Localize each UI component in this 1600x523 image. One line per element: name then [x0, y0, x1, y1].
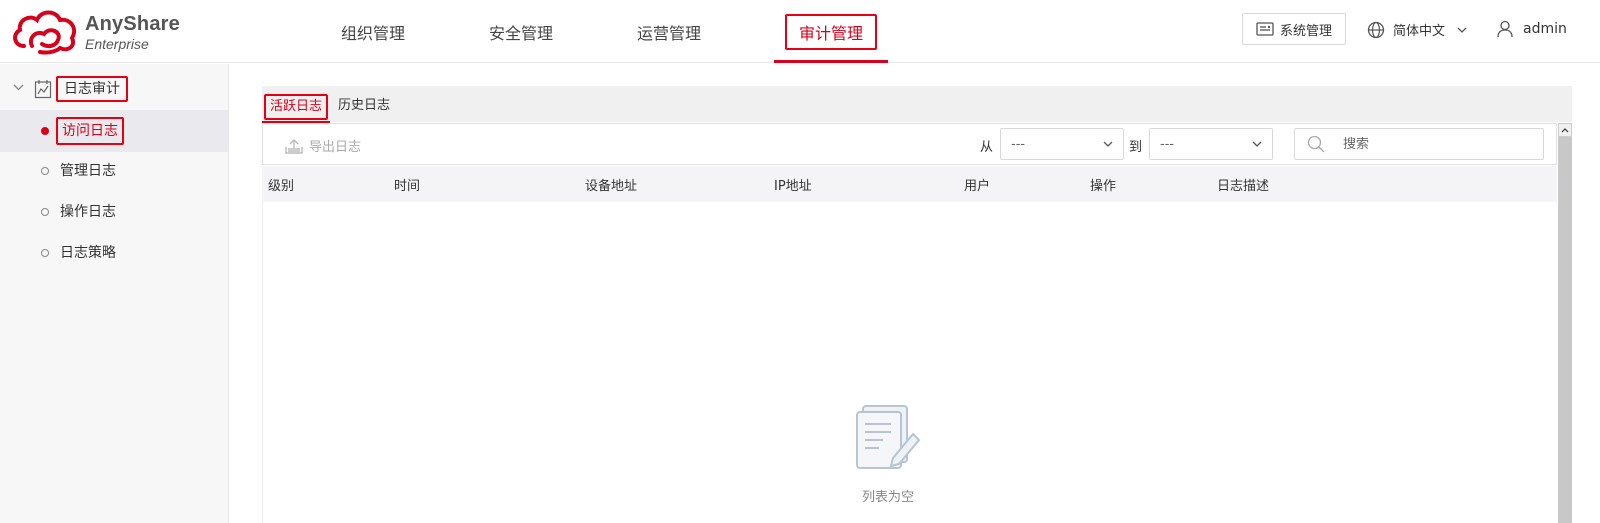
chevron-down-icon	[1252, 141, 1262, 147]
server-icon	[1256, 22, 1274, 36]
username: admin	[1523, 21, 1567, 37]
sidebar-item-access-log[interactable]: 访问日志	[0, 110, 229, 152]
export-log-label: 导出日志	[309, 140, 362, 155]
sidebar-item-log-policy[interactable]: 日志策略	[0, 232, 229, 274]
nav-label: 运营管理	[637, 23, 702, 43]
brand-edition: Enterprise	[85, 36, 149, 52]
anyshare-logo-icon	[13, 10, 77, 55]
end-time-value: ---	[1160, 136, 1175, 152]
start-time-value: ---	[1011, 136, 1026, 152]
sidebar-item-label: 操作日志	[60, 204, 116, 220]
column-header-user[interactable]: 用户	[964, 175, 990, 194]
column-header-ip-address[interactable]: IP地址	[774, 175, 812, 194]
chevron-down-icon	[1103, 141, 1113, 147]
brand-name: AnyShare	[85, 13, 180, 35]
empty-state: 列表为空	[848, 402, 928, 505]
app-logo[interactable]: AnyShare Enterprise	[10, 6, 190, 56]
sidebar-item-label: 访问日志	[56, 117, 124, 145]
bullet-circle-icon	[41, 167, 49, 175]
column-header-time[interactable]: 时间	[394, 175, 420, 194]
calendar-chart-icon	[34, 80, 52, 99]
search-icon	[1307, 135, 1325, 153]
logo-text: AnyShare Enterprise	[85, 14, 180, 52]
nav-org-management[interactable]: 组织管理	[330, 0, 416, 63]
sidebar-item-management-log[interactable]: 管理日志	[0, 150, 229, 192]
table-body: 列表为空	[262, 202, 1557, 523]
top-header: AnyShare Enterprise 组织管理 安全管理 运营管理 审计管理 …	[0, 0, 1600, 63]
language-selector[interactable]: 简体中文	[1367, 20, 1475, 39]
sidebar: 日志审计 访问日志 管理日志 操作日志 日志策略	[0, 64, 229, 523]
bullet-dot-icon	[41, 127, 49, 135]
nav-security-management[interactable]: 安全管理	[478, 0, 564, 63]
scroll-up-button[interactable]	[1558, 123, 1572, 137]
export-log-button[interactable]: 导出日志	[285, 136, 361, 155]
end-time-select[interactable]: ---	[1149, 128, 1273, 160]
sidebar-group-label: 日志审计	[56, 76, 128, 102]
tab-active-logs[interactable]: 活跃日志	[261, 94, 331, 124]
search-box	[1294, 128, 1544, 160]
bullet-circle-icon	[41, 208, 49, 216]
sidebar-item-label: 管理日志	[60, 163, 116, 179]
main-nav: 组织管理 安全管理 运营管理 审计管理	[330, 0, 950, 63]
nav-operation-management[interactable]: 运营管理	[626, 0, 712, 63]
column-header-level[interactable]: 级别	[268, 175, 294, 194]
language-label: 简体中文	[1393, 24, 1446, 39]
log-toolbar: 导出日志 从 --- 到 ---	[262, 123, 1557, 165]
chevron-down-icon	[13, 84, 24, 91]
start-time-select[interactable]: ---	[1000, 128, 1124, 160]
table-header: 级别 时间 设备地址 IP地址 用户 操作 日志描述	[262, 166, 1557, 202]
log-tabs: 活跃日志 历史日志	[261, 86, 1572, 124]
user-menu[interactable]: admin	[1497, 20, 1567, 38]
column-header-device-address[interactable]: 设备地址	[585, 175, 637, 194]
chevron-up-icon	[1561, 127, 1569, 132]
nav-label: 审计管理	[785, 13, 878, 50]
bullet-circle-icon	[41, 249, 49, 257]
nav-audit-management[interactable]: 审计管理	[774, 0, 889, 63]
vertical-scrollbar[interactable]	[1558, 123, 1572, 523]
upload-icon	[285, 138, 303, 154]
user-icon	[1497, 20, 1513, 38]
sidebar-group-log-audit[interactable]: 日志审计	[0, 72, 229, 106]
nav-label: 安全管理	[489, 23, 554, 43]
from-label: 从	[980, 140, 994, 155]
search-input[interactable]	[1343, 136, 1533, 152]
tab-history-logs[interactable]: 历史日志	[338, 96, 390, 122]
column-header-log-description[interactable]: 日志描述	[1217, 175, 1269, 194]
main-content: 活跃日志 历史日志 导出日志 从 --- 到 --- 搜索 级别 时间 设备地址…	[261, 86, 1572, 523]
chevron-down-icon	[1457, 27, 1467, 33]
column-header-operation[interactable]: 操作	[1090, 175, 1116, 194]
system-management-label: 系统管理	[1279, 23, 1332, 39]
to-label: 到	[1129, 140, 1143, 155]
sidebar-item-label: 日志策略	[60, 245, 116, 261]
sidebar-item-operation-log[interactable]: 操作日志	[0, 191, 229, 233]
nav-label: 组织管理	[341, 23, 406, 43]
globe-icon	[1367, 21, 1385, 38]
empty-state-text: 列表为空	[861, 490, 914, 505]
system-management-button[interactable]: 系统管理	[1242, 13, 1346, 45]
empty-document-icon	[856, 405, 921, 469]
